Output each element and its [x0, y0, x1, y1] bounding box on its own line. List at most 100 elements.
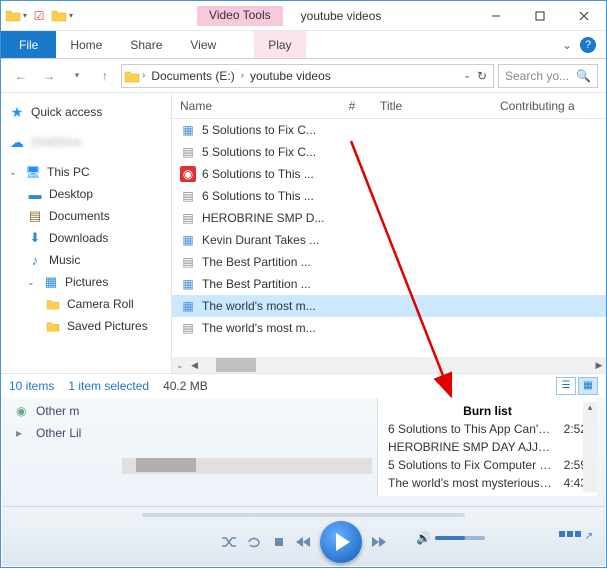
- forward-button[interactable]: →: [37, 64, 61, 88]
- sidebar-this-pc[interactable]: ⌄ 🖥 This PC: [5, 161, 167, 183]
- qat-overflow-icon[interactable]: ▾: [69, 11, 73, 20]
- volume-control[interactable]: 🔊: [416, 531, 485, 545]
- burn-list-row[interactable]: HEROBRINE SMP DAY AJJUBHAI...: [378, 438, 597, 456]
- file-row[interactable]: ▤6 Solutions to This ...: [172, 185, 606, 207]
- file-row[interactable]: ▦Kevin Durant Takes ...: [172, 229, 606, 251]
- burn-list-header: Burn list: [378, 402, 597, 420]
- scroll-thumb[interactable]: [136, 458, 196, 472]
- burn-row-duration: 4:43: [553, 476, 587, 490]
- speaker-icon: 🔊: [416, 531, 431, 545]
- sidebar-item-music[interactable]: ♪Music: [5, 249, 167, 271]
- document-file-icon: ▦: [180, 276, 196, 292]
- folder-icon: [45, 296, 61, 312]
- sidebar-item-saved-pictures[interactable]: Saved Pictures: [5, 315, 167, 337]
- vertical-scrollbar[interactable]: ▴: [583, 402, 597, 492]
- scroll-right-icon[interactable]: ▶: [592, 360, 606, 371]
- file-row[interactable]: ▦The Best Partition ...: [172, 273, 606, 295]
- view-details-button[interactable]: ☰: [556, 377, 576, 395]
- document-file-icon: ▦: [180, 122, 196, 138]
- column-title[interactable]: Title: [372, 99, 492, 113]
- burn-list-row[interactable]: 5 Solutions to Fix Computer Cra...2:59: [378, 456, 597, 474]
- qat-dropdown-icon[interactable]: ▾: [23, 11, 27, 20]
- scroll-corner-icon: ⌄: [172, 360, 188, 371]
- burn-list-row[interactable]: The world's most mysterious bo...4:43: [378, 474, 597, 492]
- horizontal-scrollbar[interactable]: ⌄ ◀ ▶: [172, 357, 606, 373]
- expand-icon[interactable]: ⌄: [27, 277, 37, 288]
- shuffle-button[interactable]: [220, 535, 238, 549]
- expand-icon[interactable]: ⌄: [9, 167, 19, 178]
- scroll-left-icon[interactable]: ◀: [188, 360, 202, 371]
- breadcrumb-drive[interactable]: Documents (E:): [147, 69, 238, 83]
- file-name: The world's most m...: [202, 321, 342, 335]
- repeat-button[interactable]: [246, 535, 264, 549]
- sidebar-item-downloads[interactable]: ⬇Downloads: [5, 227, 167, 249]
- recent-dropdown-icon[interactable]: ▾: [65, 64, 89, 88]
- minimize-button[interactable]: [474, 1, 518, 31]
- maximize-button[interactable]: [518, 1, 562, 31]
- seek-bar[interactable]: [142, 513, 465, 517]
- tab-share[interactable]: Share: [116, 31, 176, 58]
- help-icon[interactable]: ?: [580, 37, 596, 53]
- ribbon-collapse-icon[interactable]: ⌄: [562, 38, 572, 52]
- view-large-button[interactable]: ▦: [578, 377, 598, 395]
- column-contributing[interactable]: Contributing a: [492, 99, 606, 113]
- search-input[interactable]: Search yo... 🔍: [498, 64, 598, 88]
- address-dropdown-icon[interactable]: ⌄: [463, 70, 471, 81]
- breadcrumb-folder[interactable]: youtube videos: [246, 69, 335, 83]
- breadcrumb-chevron-icon[interactable]: ›: [239, 70, 246, 81]
- file-row[interactable]: ▤5 Solutions to Fix C...: [172, 141, 606, 163]
- qat-properties-icon[interactable]: ☑: [29, 6, 49, 26]
- scroll-up-icon[interactable]: ▴: [583, 402, 597, 416]
- close-button[interactable]: [562, 1, 606, 31]
- play-button[interactable]: [320, 521, 362, 563]
- scroll-track[interactable]: [216, 358, 578, 372]
- sidebar-item-documents[interactable]: ▤Documents: [5, 205, 167, 227]
- library-item[interactable]: ◉Other m: [16, 400, 136, 422]
- sidebar-item-camera-roll[interactable]: Camera Roll: [5, 293, 167, 315]
- tab-play[interactable]: Play: [254, 31, 305, 58]
- sidebar-item-pictures[interactable]: ⌄▦Pictures: [5, 271, 167, 293]
- sidebar-item-label: Documents: [49, 209, 110, 223]
- refresh-icon[interactable]: ↻: [477, 69, 487, 83]
- up-button[interactable]: ↑: [93, 64, 117, 88]
- tab-view[interactable]: View: [176, 31, 230, 58]
- file-tab[interactable]: File: [1, 31, 56, 58]
- address-bar[interactable]: › Documents (E:) › youtube videos ⌄ ↻: [121, 64, 494, 88]
- file-row[interactable]: ▤HEROBRINE SMP D...: [172, 207, 606, 229]
- file-row[interactable]: ▤The Best Partition ...: [172, 251, 606, 273]
- scroll-thumb[interactable]: [216, 358, 256, 372]
- column-name[interactable]: Name: [172, 99, 332, 113]
- folder-icon: [5, 8, 21, 24]
- volume-slider[interactable]: [435, 536, 485, 540]
- sidebar-item-desktop[interactable]: ▬Desktop: [5, 183, 167, 205]
- file-row[interactable]: ▤The world's most m...: [172, 317, 606, 339]
- file-row[interactable]: ▦5 Solutions to Fix C...: [172, 119, 606, 141]
- breadcrumb-chevron-icon[interactable]: ›: [140, 70, 147, 81]
- document-file-icon: ▦: [180, 298, 196, 314]
- tab-home[interactable]: Home: [56, 31, 116, 58]
- file-row[interactable]: ▦The world's most m...: [172, 295, 606, 317]
- file-row[interactable]: ◉6 Solutions to This ...: [172, 163, 606, 185]
- file-list[interactable]: ▦5 Solutions to Fix C...▤5 Solutions to …: [172, 119, 606, 357]
- back-button[interactable]: ←: [9, 64, 33, 88]
- folder-icon[interactable]: [51, 8, 67, 24]
- library-item[interactable]: ▸Other Lil: [16, 422, 136, 444]
- sidebar-onedrive[interactable]: ☁ OneDrive: [5, 131, 167, 153]
- next-button[interactable]: [370, 535, 388, 549]
- burn-list-row[interactable]: 6 Solutions to This App Can't Ru...2:52: [378, 420, 597, 438]
- file-pane: Name # Title Contributing a ▦5 Solutions…: [171, 93, 606, 373]
- horizontal-scrollbar[interactable]: [122, 458, 372, 474]
- column-number[interactable]: #: [332, 99, 372, 113]
- status-item-count: 10 items: [9, 379, 54, 393]
- pc-icon: 🖥: [25, 164, 41, 180]
- window-title: youtube videos: [301, 9, 382, 23]
- file-name: 6 Solutions to This ...: [202, 189, 342, 203]
- stop-button[interactable]: [272, 535, 286, 549]
- burn-row-title: The world's most mysterious bo...: [388, 476, 553, 490]
- sidebar-item-label: OneDrive: [31, 135, 82, 149]
- switch-view-button[interactable]: ↗: [559, 531, 593, 542]
- sidebar-quick-access[interactable]: ★ Quick access: [5, 101, 167, 123]
- sidebar-item-label: Music: [49, 253, 80, 267]
- previous-button[interactable]: [294, 535, 312, 549]
- burn-row-title: HEROBRINE SMP DAY AJJUBHAI...: [388, 440, 553, 454]
